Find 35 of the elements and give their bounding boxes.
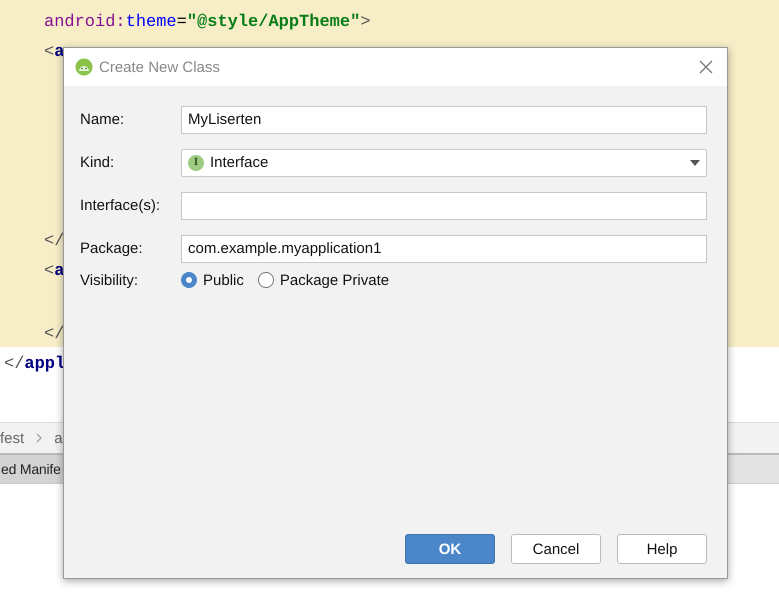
code-token: = <box>176 13 187 32</box>
chevron-icon <box>36 433 42 443</box>
field-label: Kind: <box>80 154 116 171</box>
code-token: </ <box>44 232 64 251</box>
code-token: </ <box>44 325 64 344</box>
radio-option[interactable]: Package Private <box>258 272 390 288</box>
code-token: </ <box>4 355 24 374</box>
breadcrumb-item[interactable]: a <box>54 430 63 446</box>
code-token: appl <box>24 355 66 374</box>
input-field[interactable]: com.example.myapplication1 <box>181 234 707 262</box>
code-token: a <box>54 43 64 62</box>
code-token: "@style/AppTheme" <box>186 13 360 32</box>
caret-icon <box>690 160 700 166</box>
code-token: android: <box>44 13 126 32</box>
field-label: Package: <box>80 240 144 257</box>
field-label: Visibility: <box>80 272 140 288</box>
code-token: theme <box>126 13 177 32</box>
input-field[interactable] <box>181 192 707 220</box>
code-token: > <box>360 13 370 32</box>
field-label: Interface(s): <box>80 197 162 214</box>
close-icon[interactable] <box>699 60 713 74</box>
code-token: a <box>54 262 64 281</box>
input-field[interactable]: MyLiserten <box>181 106 707 134</box>
field-label: Name: <box>80 111 126 128</box>
breadcrumb-item[interactable]: fest <box>0 430 24 446</box>
code-token: < <box>44 43 54 62</box>
ok-button[interactable]: OK <box>405 534 495 564</box>
interface-icon: I <box>188 154 204 170</box>
robot-logo-icon <box>75 58 93 76</box>
dialog-button[interactable]: Cancel <box>511 534 601 564</box>
dialog-button[interactable]: Help <box>617 534 707 564</box>
radio-option[interactable]: Public <box>181 272 244 288</box>
code-token: < <box>44 262 54 281</box>
window-title: Create New Class <box>99 58 221 76</box>
kind-dropdown[interactable]: I Interface <box>181 148 707 176</box>
